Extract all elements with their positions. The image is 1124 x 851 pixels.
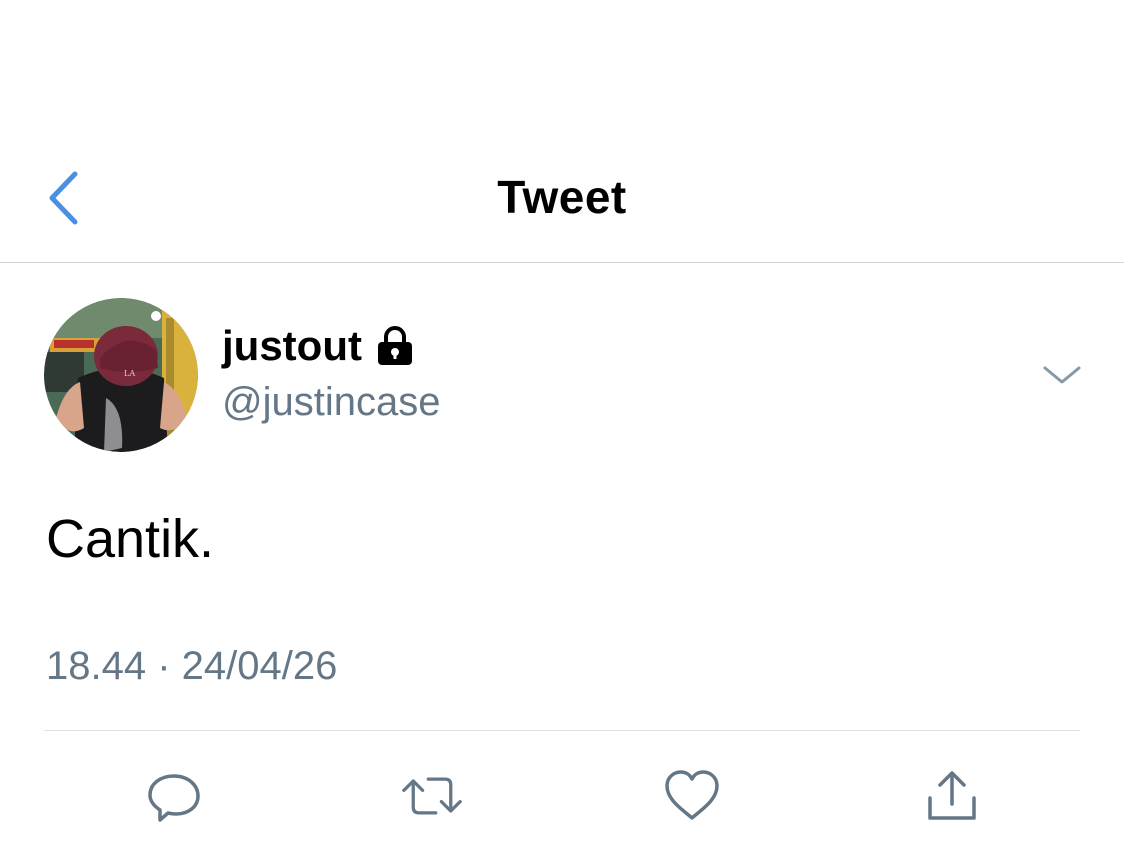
page-title: Tweet (497, 171, 627, 223)
lock-icon (377, 326, 412, 365)
user-name-row[interactable]: justout (222, 322, 416, 370)
reply-button[interactable] (144, 766, 204, 826)
avatar-photo: LA (44, 298, 198, 452)
display-name[interactable]: justout (222, 322, 362, 370)
reply-icon (148, 774, 200, 822)
retweet-icon (402, 777, 462, 815)
share-icon (928, 771, 976, 820)
tweet-timestamp: 18.44 · 24/04/26 (46, 644, 338, 688)
retweet-button[interactable] (402, 766, 462, 826)
like-button[interactable] (662, 766, 722, 826)
avatar[interactable]: LA (44, 298, 198, 452)
share-button[interactable] (922, 766, 982, 826)
chevron-down-icon (1043, 366, 1081, 384)
tweet-detail-screen: Tweet LA justout @justincase Cantik. 18.… (0, 0, 1124, 851)
user-handle[interactable]: @justincase (222, 380, 440, 425)
header-divider (0, 262, 1124, 263)
like-icon (665, 770, 719, 820)
tweet-text: Cantik. (46, 509, 215, 569)
svg-text:LA: LA (124, 369, 135, 378)
more-options-button[interactable] (1040, 360, 1084, 390)
actions-divider (44, 730, 1080, 731)
